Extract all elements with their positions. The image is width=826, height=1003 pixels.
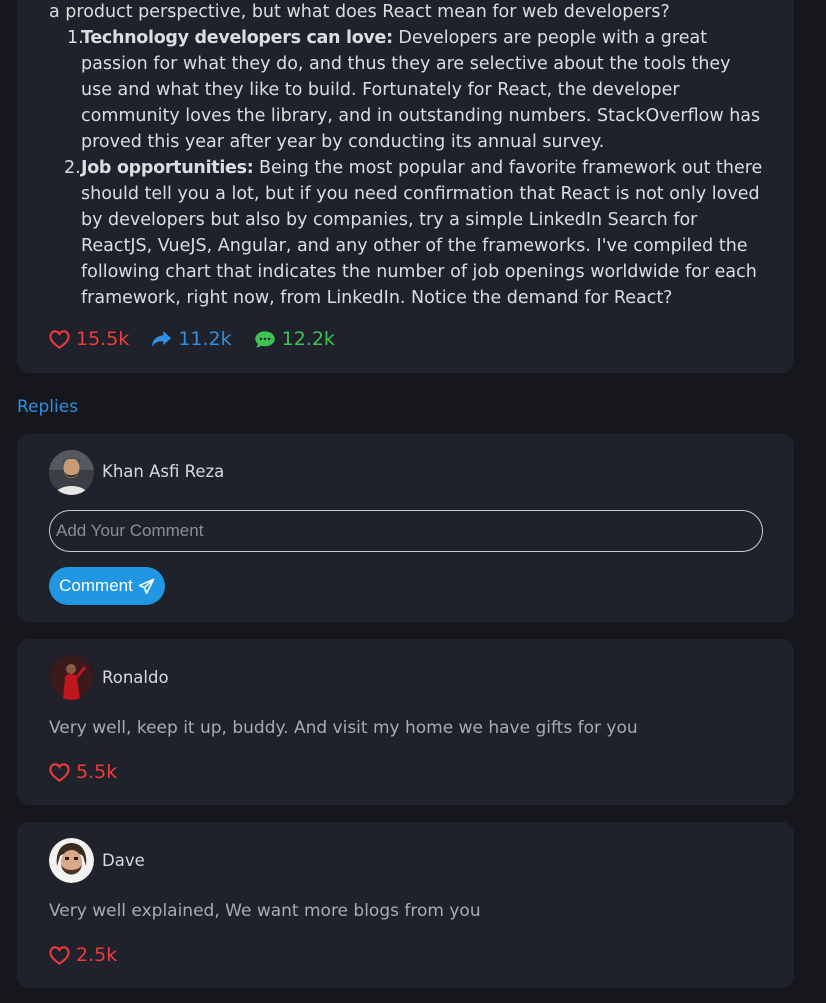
comment-composer-card: Khan Asfi Reza Comment bbox=[17, 434, 794, 622]
comment-count: 12.2k bbox=[281, 328, 335, 350]
reply-text: Very well explained, We want more blogs … bbox=[49, 901, 481, 921]
share-count: 11.2k bbox=[178, 328, 232, 350]
speech-bubble-icon bbox=[254, 330, 275, 348]
user-avatar-image bbox=[49, 450, 94, 495]
point-number: 1. bbox=[67, 28, 84, 48]
reply-user-name: Ronaldo bbox=[102, 668, 169, 687]
heart-icon bbox=[49, 329, 70, 349]
comment-count-button[interactable]: 12.2k bbox=[254, 328, 335, 350]
reply-card: Ronaldo Very well, keep it up, buddy. An… bbox=[17, 639, 794, 805]
reply-user-name: Dave bbox=[102, 851, 145, 870]
avatar bbox=[49, 655, 94, 700]
reply-like-button[interactable]: 5.5k bbox=[49, 761, 117, 783]
heart-icon bbox=[49, 945, 70, 965]
post-point: 1. Technology developers can love: Develo… bbox=[49, 25, 765, 155]
avatar bbox=[49, 450, 94, 495]
share-button[interactable]: 11.2k bbox=[151, 328, 232, 350]
like-button[interactable]: 15.5k bbox=[49, 328, 129, 350]
point-title: Technology developers can love: bbox=[81, 28, 393, 48]
reply-like-button[interactable]: 2.5k bbox=[49, 944, 117, 966]
point-number: 2. bbox=[64, 158, 81, 178]
reply-like-count: 2.5k bbox=[76, 944, 118, 966]
heart-icon bbox=[49, 762, 70, 782]
share-icon bbox=[152, 331, 172, 347]
reply-text: Very well, keep it up, buddy. And visit … bbox=[49, 718, 638, 738]
avatar bbox=[49, 838, 94, 883]
like-count: 15.5k bbox=[76, 328, 130, 350]
reply-like-count: 5.5k bbox=[76, 761, 118, 783]
user-avatar-image bbox=[49, 655, 94, 700]
replies-heading: Replies bbox=[17, 397, 79, 417]
point-title: Job opportunities: bbox=[81, 158, 254, 178]
reply-card: Dave Very well explained, We want more b… bbox=[17, 822, 794, 988]
composer-user-name: Khan Asfi Reza bbox=[102, 462, 225, 481]
comment-button-label: Comment bbox=[59, 576, 133, 595]
post-lead-text: a product perspective, but what does Rea… bbox=[49, 2, 670, 22]
paper-plane-icon bbox=[138, 578, 155, 594]
comment-submit-button[interactable]: Comment bbox=[49, 567, 165, 605]
post-point: 2. Job opportunities: Being the most popu… bbox=[49, 155, 765, 311]
user-avatar-image bbox=[49, 838, 94, 883]
point-text: Being the most popular and favorite fram… bbox=[81, 158, 763, 308]
post-points-list: 1. Technology developers can love: Develo… bbox=[49, 25, 765, 311]
comment-input[interactable] bbox=[49, 510, 763, 552]
post-body: a product perspective, but what does Rea… bbox=[49, 0, 765, 311]
post-stats: 15.5k 11.2k 12.2k bbox=[49, 328, 357, 350]
